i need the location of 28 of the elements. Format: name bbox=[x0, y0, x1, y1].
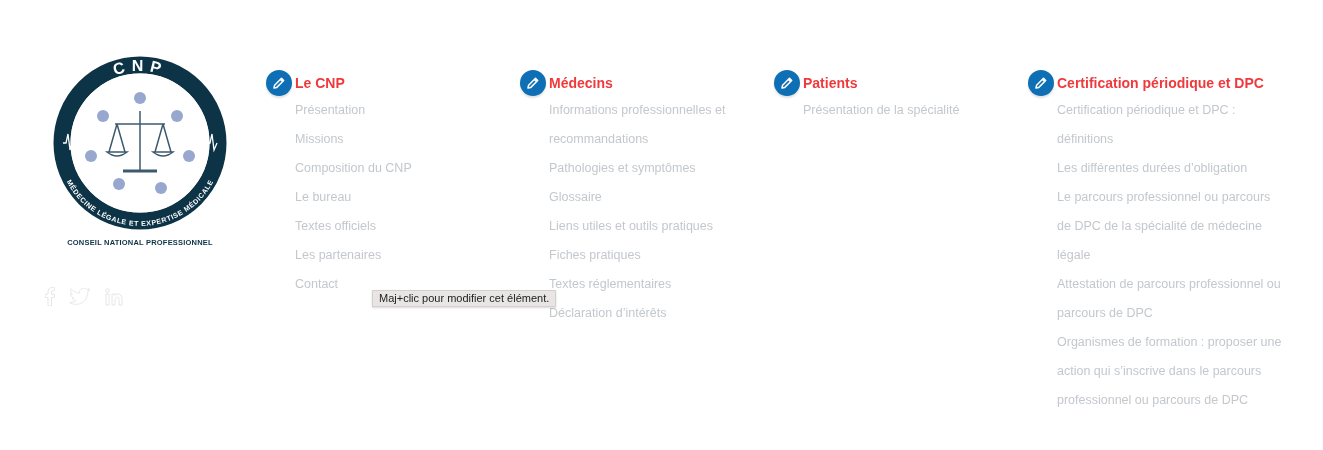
menu-link[interactable]: Attestation de parcours professionnel ou parcours de DPC bbox=[1057, 270, 1283, 328]
menu-heading[interactable]: Patients bbox=[803, 75, 858, 91]
menu-link[interactable]: Le bureau bbox=[295, 183, 495, 212]
menu-link[interactable]: Certification périodique et DPC : définitions bbox=[1057, 96, 1283, 154]
menu-link[interactable]: Informations professionnelles et recommandations bbox=[549, 96, 749, 154]
menu-link[interactable]: Fiches pratiques bbox=[549, 241, 749, 270]
menu-heading[interactable]: Le CNP bbox=[295, 75, 345, 91]
menu-link[interactable]: Pathologies et symptômes bbox=[549, 154, 749, 183]
menu-link[interactable]: Présentation bbox=[295, 96, 495, 125]
menu-link[interactable]: Glossaire bbox=[549, 183, 749, 212]
pencil-icon bbox=[266, 70, 292, 96]
menu-heading[interactable]: Certification périodique et DPC bbox=[1057, 75, 1264, 91]
menu-link[interactable]: Organismes de formation : proposer une action qui s’inscrive dans le parcours professionnel ou parcours de DPC bbox=[1057, 328, 1283, 415]
menu-link[interactable]: Missions bbox=[295, 125, 495, 154]
menu-link[interactable]: Textes officiels bbox=[295, 212, 495, 241]
pencil-icon bbox=[520, 70, 546, 96]
menu-link[interactable]: Liens utiles et outils pratiques bbox=[549, 212, 749, 241]
pencil-icon bbox=[774, 70, 800, 96]
menu-heading[interactable]: Médecins bbox=[549, 75, 613, 91]
menu-link[interactable]: Les différentes durées d’obligation bbox=[1057, 154, 1283, 183]
menu-link[interactable]: Présentation de la spécialité bbox=[803, 96, 1003, 125]
tooltip: Maj+clic pour modifier cet élément. bbox=[372, 290, 557, 307]
menu-link[interactable]: Le parcours professionnel ou parcours de DPC de la spécialité de médecine légale bbox=[1057, 183, 1283, 270]
facebook-icon[interactable] bbox=[45, 287, 55, 306]
pencil-icon bbox=[1028, 70, 1054, 96]
linkedin-icon[interactable] bbox=[105, 287, 123, 306]
menu-link[interactable]: Composition du CNP bbox=[295, 154, 495, 183]
menu-link[interactable]: Les partenaires bbox=[295, 241, 495, 270]
